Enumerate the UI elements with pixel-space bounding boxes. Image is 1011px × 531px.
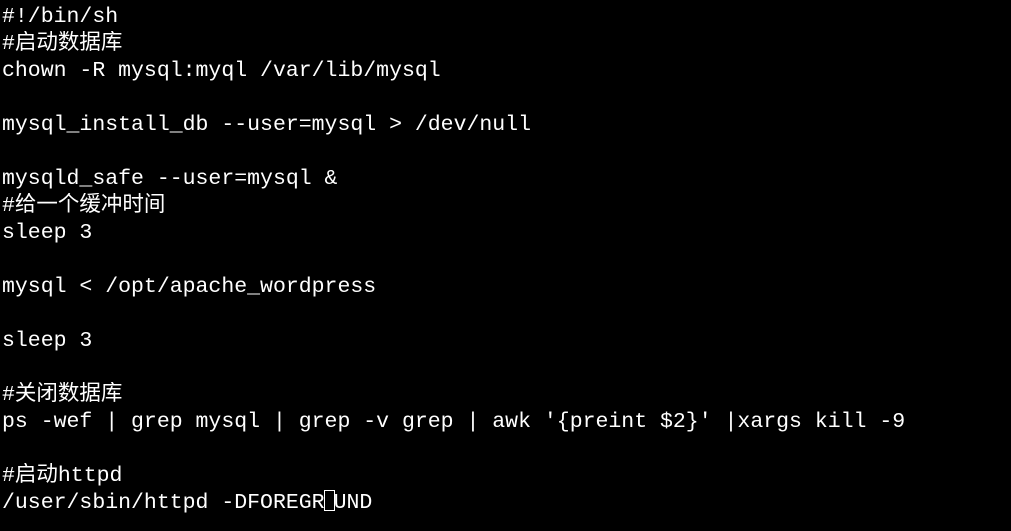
terminal-line: ps -wef | grep mysql | grep -v grep | aw… [2,410,906,434]
line-text-before-cursor: /user/sbin/httpd -DFOREGR [2,491,325,515]
terminal-line: sleep 3 [2,329,93,353]
terminal-screen[interactable]: #!/bin/sh #启动数据库 chown -R mysql:myql /va… [0,0,1011,531]
terminal-line: mysql < /opt/apache_wordpress [2,275,377,299]
terminal-current-line[interactable]: /user/sbin/httpd -DFOREGR UND [0,490,1011,517]
terminal-line: mysql_install_db --user=mysql > /dev/nul… [2,113,531,137]
terminal-line: #关闭数据库 [2,383,123,407]
terminal-line: sleep 3 [2,221,93,245]
terminal-line: #启动httpd [2,464,123,488]
terminal-line: #启动数据库 [2,32,123,56]
terminal-line: #给一个缓冲时间 [2,194,166,218]
terminal-line: mysqld_safe --user=mysql & [2,167,338,191]
terminal-line: #!/bin/sh [2,5,119,29]
terminal-line: chown -R mysql:myql /var/lib/mysql [2,59,441,83]
line-text-after-cursor: UND [333,491,373,515]
